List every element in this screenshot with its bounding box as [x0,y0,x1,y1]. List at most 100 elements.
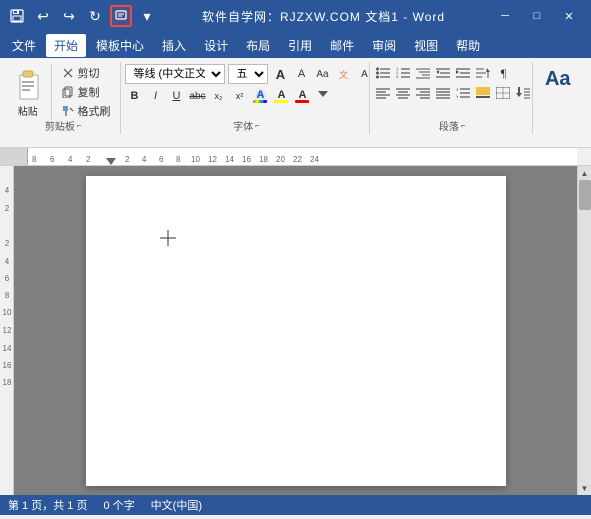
text-effect-button[interactable]: A [251,87,269,105]
bold-button[interactable]: B [125,87,143,105]
ruler-mark: 24 [310,155,319,164]
sort-para-button[interactable] [514,84,532,102]
vertical-ruler: 4 2 2 4 6 8 10 12 14 16 18 [0,166,14,495]
menu-mailings[interactable]: 邮件 [322,34,362,57]
save-button[interactable] [6,5,28,27]
bullets-button[interactable] [374,64,392,82]
align-left-button[interactable] [374,84,392,102]
font-label: 字体 ⌐ [123,118,369,133]
menu-layout[interactable]: 布局 [238,34,278,57]
window-title: 软件自学网：RJZXW.COM 文档1 - Word [158,8,489,25]
numbering-button[interactable]: 1.2.3. [394,64,412,82]
ruler-mark: 2 [125,155,129,164]
font-size-select[interactable]: 五号 [228,64,268,84]
refresh-button[interactable]: ↻ [84,5,106,27]
vruler-mark: 12 [1,326,13,335]
clipboard-sub-buttons: 剪切 复制 格式刷 [58,64,114,120]
font-highlight-color-button[interactable]: A [272,87,290,105]
close-button[interactable]: ✕ [553,0,585,32]
cut-button[interactable]: 剪切 [58,64,114,82]
font-options-button[interactable] [314,87,332,105]
document-page[interactable] [86,176,506,486]
document-area[interactable] [14,166,577,495]
menu-home[interactable]: 开始 [46,34,86,57]
font-row1: 等线 (中文正文 五号 A A Aa 文 A [125,64,373,84]
multilevel-list-button[interactable] [414,64,432,82]
minimize-button[interactable]: ─ [489,0,521,32]
redo-button[interactable]: ↪ [58,5,80,27]
ruler-mark: 16 [242,155,251,164]
vruler-mark: 16 [1,361,13,370]
menu-review[interactable]: 审阅 [364,34,404,57]
font-color-button[interactable]: A [293,87,311,105]
font-expand[interactable]: ⌐ [255,121,260,130]
para-row1: 1.2.3. ¶ [374,64,512,82]
paragraph-group: 1.2.3. ¶ [372,62,533,134]
scroll-thumb[interactable] [579,180,591,210]
decrease-indent-button[interactable] [434,64,452,82]
clipboard-group: 粘贴 剪切 复制 格式刷 剪贴板 ⌐ [6,62,121,134]
maximize-button[interactable]: □ [521,0,553,32]
ribbon: 粘贴 剪切 复制 格式刷 剪贴板 ⌐ [0,58,591,148]
superscript-button[interactable]: x² [230,87,248,105]
menu-insert[interactable]: 插入 [154,34,194,57]
text-highlight-button[interactable]: 文 [334,65,352,83]
title-bar: ↩ ↪ ↻ ▾ 软件自学网：RJZXW.COM 文档1 - Word ─ □ ✕ [0,0,591,32]
ruler-mark: 20 [276,155,285,164]
vruler-mark: 8 [1,291,13,300]
menu-help[interactable]: 帮助 [448,34,488,57]
customize-button[interactable]: ▾ [136,5,158,27]
window-controls: ─ □ ✕ [489,0,585,32]
borders-button[interactable] [494,84,512,102]
vruler-mark: 10 [1,308,13,317]
ruler-indent-marker[interactable] [106,158,116,165]
show-marks-button[interactable]: ¶ [494,64,512,82]
italic-button[interactable]: I [146,87,164,105]
underline-button[interactable]: U [167,87,185,105]
increase-indent-button[interactable] [454,64,472,82]
font-name-select[interactable]: 等线 (中文正文 [125,64,225,84]
vruler-mark: 18 [1,378,13,387]
sort-button[interactable] [474,64,492,82]
change-case-button[interactable]: Aa [313,65,331,83]
paste-button[interactable]: 粘贴 [8,64,48,122]
menu-view[interactable]: 视图 [406,34,446,57]
vertical-scrollbar[interactable]: ▲ ▼ [577,166,591,495]
vruler-mark: 14 [1,344,13,353]
align-center-button[interactable] [394,84,412,102]
ruler-mark: 8 [176,155,180,164]
menu-references[interactable]: 引用 [280,34,320,57]
styles-group: Aa [535,62,585,134]
ruler-mark: 8 [32,155,36,164]
undo-button[interactable]: ↩ [32,5,54,27]
paragraph-label: 段落 ⌐ [372,118,532,133]
clipboard-expand[interactable]: ⌐ [77,121,82,130]
strikethrough-button[interactable]: abc [188,87,206,105]
justify-button[interactable] [434,84,452,102]
scroll-down-button[interactable]: ▼ [578,481,591,495]
font-size-decrease-button[interactable]: A [292,65,310,83]
styles-aa-button[interactable]: Aa [537,64,579,95]
menu-bar: 文件 开始 模板中心 插入 设计 布局 引用 邮件 审阅 视图 帮助 [0,32,591,58]
copy-button[interactable]: 复制 [58,83,114,101]
ruler-mark: 2 [86,155,90,164]
menu-design[interactable]: 设计 [196,34,236,57]
highlighted-button[interactable] [110,5,132,27]
ruler-left-margin [0,148,28,165]
clear-format-button[interactable]: A [355,65,373,83]
ruler-mark: 14 [225,155,234,164]
scroll-up-button[interactable]: ▲ [578,166,591,180]
clipboard-label: 剪贴板 ⌐ [6,118,120,133]
menu-template[interactable]: 模板中心 [88,34,152,57]
ruler-mark: 22 [293,155,302,164]
font-size-increase-button[interactable]: A [271,65,289,83]
ruler-mark: 10 [191,155,200,164]
vruler-mark: 6 [1,274,13,283]
menu-file[interactable]: 文件 [4,34,44,57]
quick-access-toolbar: ↩ ↪ ↻ ▾ [6,5,158,27]
align-right-button[interactable] [414,84,432,102]
paragraph-expand[interactable]: ⌐ [461,121,466,130]
shading-button[interactable] [474,84,492,102]
line-spacing-button[interactable] [454,84,472,102]
subscript-button[interactable]: x₂ [209,87,227,105]
